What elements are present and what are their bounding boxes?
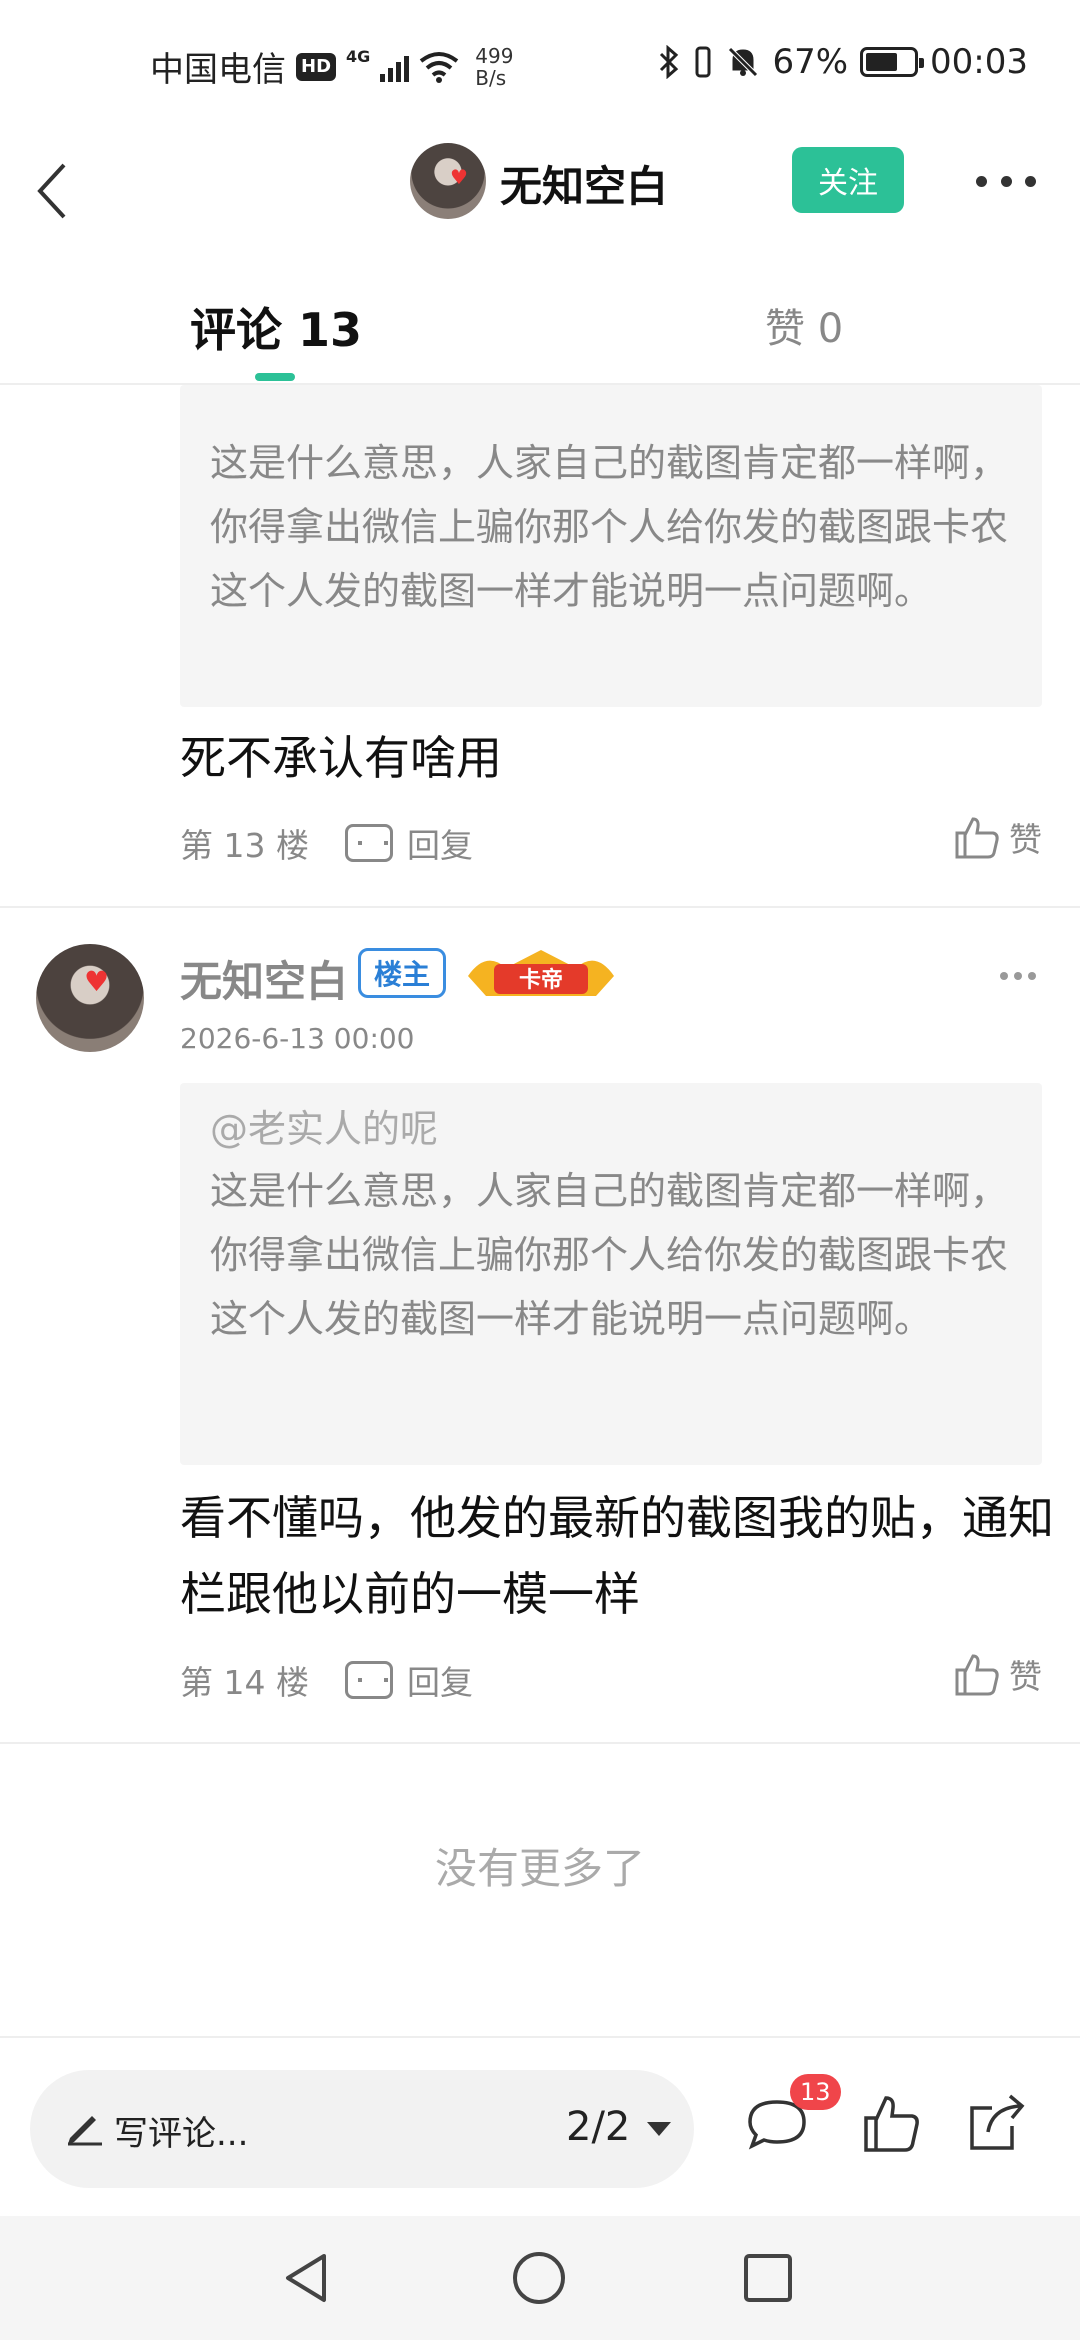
net-speed: 499 B/s	[475, 45, 513, 89]
floor-number: 第 13 楼	[180, 826, 309, 865]
reply-icon	[344, 824, 393, 862]
share-icon[interactable]	[962, 2088, 1032, 2158]
page-indicator[interactable]: 2/2	[566, 2104, 630, 2150]
quoted-user[interactable]: @老实人的呢	[210, 1099, 1012, 1159]
carrier-name: 中国电信	[150, 50, 286, 90]
quoted-comment[interactable]: @老实人的呢 这是什么意思，人家自己的截图肯定都一样啊，你得拿出微信上骗你那个人…	[180, 1083, 1042, 1465]
back-button[interactable]	[28, 153, 88, 223]
follow-button[interactable]: 关注	[792, 147, 904, 213]
end-of-list-text: 没有更多了	[434, 1844, 645, 1893]
thumb-up-icon	[955, 817, 999, 859]
like-button[interactable]: 赞	[953, 813, 1042, 861]
battery-icon	[860, 47, 925, 77]
comment-timestamp: 2026-6-13 00:00	[180, 1022, 415, 1055]
comment-text: 看不懂吗，他发的最新的截图我的贴，通知栏跟他以前的一模一样	[180, 1491, 1054, 1621]
status-bar-left: 中国电信 HD 4G 499 B/s	[150, 42, 513, 91]
thumb-up-icon	[955, 1654, 999, 1696]
nav-recents-icon[interactable]	[732, 2242, 804, 2314]
reply-button[interactable]: 回复	[344, 1656, 473, 1704]
reply-icon	[344, 1661, 393, 1699]
reply-button[interactable]: 回复	[344, 819, 473, 867]
comment-meta: 第 13 楼 回复 赞	[180, 813, 1042, 873]
pencil-icon	[68, 2116, 102, 2146]
active-tab-indicator	[255, 373, 295, 381]
top-nav-bar: ♥ 无知空白 关注	[0, 135, 1080, 245]
thumb-up-icon[interactable]	[856, 2088, 926, 2158]
mute-bell-icon	[728, 47, 759, 77]
quoted-comment-text: 这是什么意思，人家自己的截图肯定都一样啊，你得拿出微信上骗你那个人给你发的截图跟…	[210, 441, 1009, 613]
battery-percent: 67%	[772, 42, 849, 82]
tab-likes[interactable]: 赞 0	[765, 296, 843, 354]
net-speed-unit: B/s	[475, 65, 507, 90]
network-type: 4G	[346, 47, 371, 66]
write-comment-input[interactable]: 写评论... 2/2	[30, 2070, 694, 2188]
commenter-name[interactable]: 无知空白	[180, 948, 348, 1009]
nav-home-icon[interactable]	[503, 2242, 575, 2314]
like-label: 赞	[1009, 820, 1042, 859]
tab-bar: 评论 13 赞 0	[0, 270, 1080, 385]
back-icon	[37, 163, 66, 219]
commenter-avatar[interactable]: ♥	[36, 944, 144, 1052]
author-avatar[interactable]: ♥	[410, 143, 486, 219]
comment-divider	[0, 906, 1080, 908]
status-bar-right: 67% 00:03	[658, 42, 1028, 82]
floor-number: 第 14 楼	[180, 1663, 309, 1702]
comment-more-button[interactable]	[1000, 968, 1036, 984]
reply-label: 回复	[406, 826, 473, 865]
quoted-comment-text: 这是什么意思，人家自己的截图肯定都一样啊，你得拿出微信上骗你那个人给你发的截图跟…	[210, 1169, 1009, 1341]
nav-back-icon[interactable]	[272, 2242, 344, 2314]
more-options-button[interactable]	[976, 163, 1036, 199]
more-icon	[976, 175, 987, 187]
rank-badge: 卡帝	[468, 950, 614, 996]
quoted-comment[interactable]: 这是什么意思，人家自己的截图肯定都一样啊，你得拿出微信上骗你那个人给你发的截图跟…	[180, 385, 1042, 707]
dropdown-icon[interactable]	[647, 2122, 671, 2136]
comment-meta: 第 14 楼 回复 赞	[180, 1650, 1042, 1710]
like-button[interactable]: 赞	[953, 1650, 1042, 1698]
clock: 00:03	[930, 42, 1028, 82]
rank-badge-label: 卡帝	[519, 967, 563, 993]
net-speed-value: 499	[475, 43, 514, 68]
op-badge: 楼主	[358, 948, 446, 998]
tab-comments[interactable]: 评论 13	[190, 294, 362, 360]
comment-input-placeholder: 写评论...	[114, 2114, 249, 2154]
author-name[interactable]: 无知空白	[500, 153, 668, 214]
bluetooth-icon	[660, 45, 679, 79]
comment-count-badge: 13	[790, 2074, 841, 2110]
reply-label: 回复	[406, 1663, 473, 1702]
system-nav-bar	[0, 2216, 1080, 2340]
bottom-action-bar: 写评论... 2/2 13	[0, 2036, 1080, 2216]
status-bar: 中国电信 HD 4G 499 B/s 67% 00:03	[0, 0, 1080, 135]
comment-divider	[0, 1742, 1080, 1744]
comment-text: 死不承认有啥用	[180, 731, 502, 785]
like-label: 赞	[1009, 1657, 1042, 1696]
vibrate-icon	[695, 46, 711, 78]
hd-badge: HD	[296, 52, 337, 81]
signal-icon	[380, 52, 410, 82]
wifi-icon	[420, 51, 459, 83]
